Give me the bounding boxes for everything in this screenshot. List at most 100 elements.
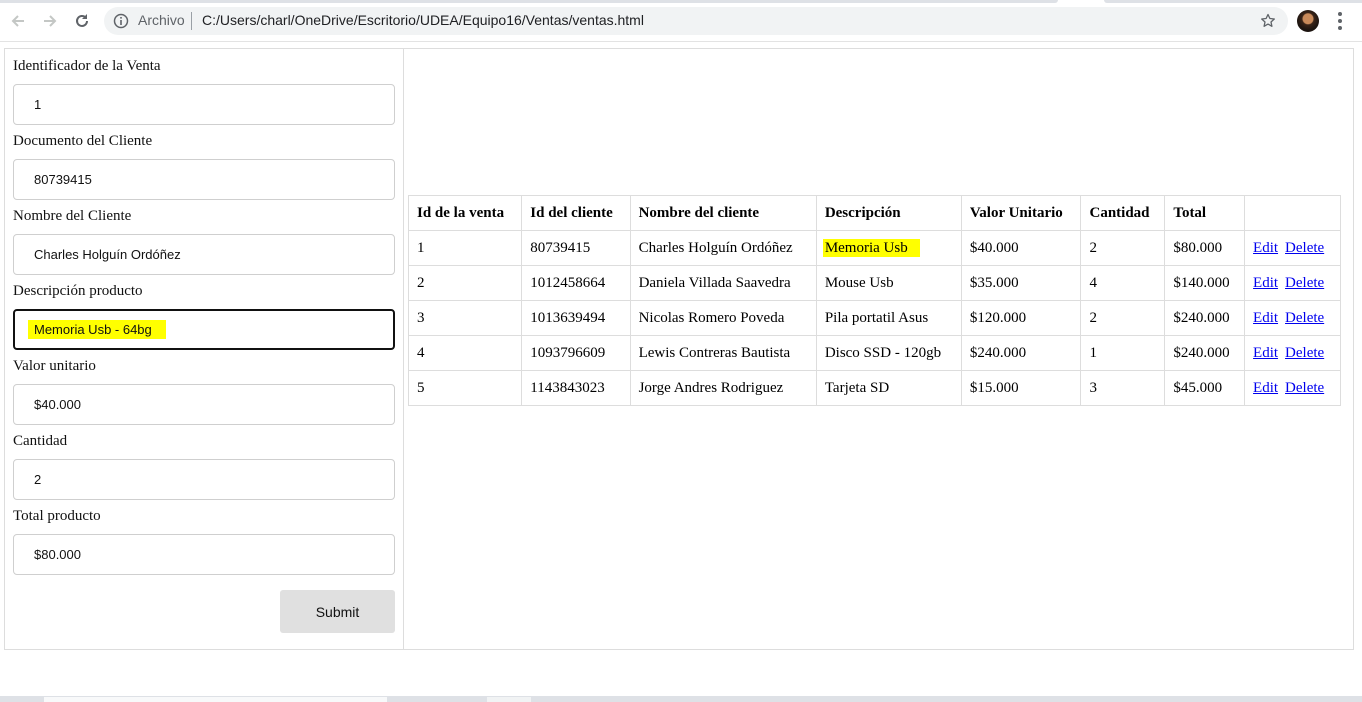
- product-total-input[interactable]: $80.000: [13, 534, 395, 575]
- cell-client-name: Charles Holguín Ordóñez: [629, 230, 817, 266]
- table-row: 5 1143843023 Jorge Andres Rodriguez Tarj…: [407, 370, 1341, 406]
- cell-total: $240.000: [1164, 335, 1246, 371]
- client-name-input[interactable]: Charles Holguín Ordóñez: [13, 234, 395, 275]
- cell-sale-id: 5: [407, 370, 523, 406]
- cell-sale-id: 1: [407, 230, 523, 266]
- submit-button[interactable]: Submit: [280, 590, 395, 633]
- cell-quantity: 3: [1080, 370, 1166, 406]
- cell-description: Mouse Usb: [815, 265, 962, 301]
- cell-unit-price: $120.000: [960, 300, 1082, 336]
- url-text[interactable]: C:/Users/charl/OneDrive/Escritorio/UDEA/…: [202, 12, 644, 28]
- cell-unit-price: $240.000: [960, 335, 1082, 371]
- cell-client-id: 1093796609: [521, 335, 631, 371]
- cell-sale-id: 4: [407, 335, 523, 371]
- label-unit-price: Valor unitario: [13, 358, 96, 374]
- cell-client-id: 1013639494: [521, 300, 631, 336]
- cell-client-id: 1143843023: [521, 370, 631, 406]
- delete-link[interactable]: Delete: [1285, 310, 1324, 326]
- delete-link[interactable]: Delete: [1285, 380, 1324, 396]
- cell-description: Disco SSD - 120gb: [815, 335, 962, 371]
- menu-dot-icon: [1338, 26, 1342, 30]
- browser-toolbar: Archivo C:/Users/charl/OneDrive/Escritor…: [0, 0, 1362, 42]
- sales-table: Id de la venta Id del cliente Nombre del…: [407, 195, 1341, 406]
- forward-arrow-icon: [44, 15, 57, 27]
- header-description: Descripción: [815, 195, 962, 231]
- table-row: 1 80739415 Charles Holguín Ordóñez Memor…: [407, 230, 1341, 266]
- site-info-label[interactable]: Archivo: [138, 12, 185, 28]
- edit-link[interactable]: Edit: [1253, 380, 1278, 396]
- table-row: 4 1093796609 Lewis Contreras Bautista Di…: [407, 335, 1341, 371]
- cell-unit-price: $40.000: [960, 230, 1082, 266]
- cell-client-name: Nicolas Romero Poveda: [629, 300, 817, 336]
- unit-price-input[interactable]: $40.000: [13, 384, 395, 425]
- tab-strip: [0, 0, 1362, 3]
- label-product-description: Descripción producto: [13, 283, 143, 299]
- label-client-name: Nombre del Cliente: [13, 208, 132, 224]
- cell-quantity: 1: [1080, 335, 1166, 371]
- cell-actions: Edit Delete: [1244, 335, 1341, 371]
- header-total: Total: [1164, 195, 1246, 231]
- label-client-document: Documento del Cliente: [13, 133, 153, 149]
- highlighted-text: Memoria Usb - 64bg: [28, 320, 166, 339]
- edit-link[interactable]: Edit: [1253, 240, 1278, 256]
- cell-sale-id: 2: [407, 265, 523, 301]
- edit-link[interactable]: Edit: [1253, 275, 1278, 291]
- cell-total: $45.000: [1164, 370, 1246, 406]
- header-actions: [1244, 195, 1341, 231]
- reload-icon: [76, 14, 88, 27]
- sale-id-input[interactable]: 1: [13, 84, 395, 125]
- browser-menu-button[interactable]: [1332, 11, 1348, 31]
- cell-actions: Edit Delete: [1244, 265, 1341, 301]
- back-button[interactable]: [5, 8, 31, 34]
- address-separator: [191, 12, 192, 30]
- product-description-input[interactable]: Memoria Usb - 64bg: [13, 309, 395, 350]
- sale-form: Identificador de la Venta 1 Documento de…: [5, 49, 404, 649]
- cell-description: Memoria Usb: [815, 230, 962, 266]
- cell-total: $140.000: [1164, 265, 1246, 301]
- table-header-row: Id de la venta Id del cliente Nombre del…: [407, 195, 1341, 231]
- cell-client-name: Lewis Contreras Bautista: [629, 335, 817, 371]
- reload-button[interactable]: [69, 8, 95, 34]
- cell-description: Pila portatil Asus: [815, 300, 962, 336]
- quantity-input[interactable]: 2: [13, 459, 395, 500]
- delete-link[interactable]: Delete: [1285, 275, 1324, 291]
- highlighted-description: Memoria Usb: [822, 238, 920, 257]
- cell-unit-price: $35.000: [960, 265, 1082, 301]
- cell-client-name: Jorge Andres Rodriguez: [629, 370, 817, 406]
- cell-quantity: 4: [1080, 265, 1166, 301]
- label-sale-id: Identificador de la Venta: [13, 58, 161, 74]
- cell-total: $240.000: [1164, 300, 1246, 336]
- cell-client-id: 1012458664: [521, 265, 631, 301]
- cell-client-name: Daniela Villada Saavedra: [629, 265, 817, 301]
- cell-actions: Edit Delete: [1244, 300, 1341, 336]
- header-client-name: Nombre del cliente: [629, 195, 817, 231]
- cell-actions: Edit Delete: [1244, 370, 1341, 406]
- header-client-id: Id del cliente: [521, 195, 631, 231]
- header-sale-id: Id de la venta: [407, 195, 523, 231]
- cell-description: Tarjeta SD: [815, 370, 962, 406]
- header-quantity: Cantidad: [1080, 195, 1166, 231]
- star-icon: [1261, 13, 1275, 27]
- bookmark-button[interactable]: [1258, 11, 1278, 31]
- client-document-input[interactable]: 80739415: [13, 159, 395, 200]
- delete-link[interactable]: Delete: [1285, 240, 1324, 256]
- delete-link[interactable]: Delete: [1285, 345, 1324, 361]
- header-unit-price: Valor Unitario: [960, 195, 1082, 231]
- menu-dot-icon: [1338, 12, 1342, 16]
- edit-link[interactable]: Edit: [1253, 345, 1278, 361]
- table-row: 3 1013639494 Nicolas Romero Poveda Pila …: [407, 300, 1341, 336]
- cell-unit-price: $15.000: [960, 370, 1082, 406]
- cell-client-id: 80739415: [521, 230, 631, 266]
- label-product-total: Total producto: [13, 508, 101, 524]
- cell-actions: Edit Delete: [1244, 230, 1341, 266]
- profile-avatar[interactable]: [1297, 10, 1319, 32]
- cell-quantity: 2: [1080, 300, 1166, 336]
- forward-button[interactable]: [37, 8, 63, 34]
- menu-dot-icon: [1338, 19, 1342, 23]
- label-quantity: Cantidad: [13, 433, 68, 449]
- edit-link[interactable]: Edit: [1253, 310, 1278, 326]
- table-row: 2 1012458664 Daniela Villada Saavedra Mo…: [407, 265, 1341, 301]
- info-icon[interactable]: [113, 13, 129, 29]
- bottom-strip: [0, 696, 1362, 702]
- cell-sale-id: 3: [407, 300, 523, 336]
